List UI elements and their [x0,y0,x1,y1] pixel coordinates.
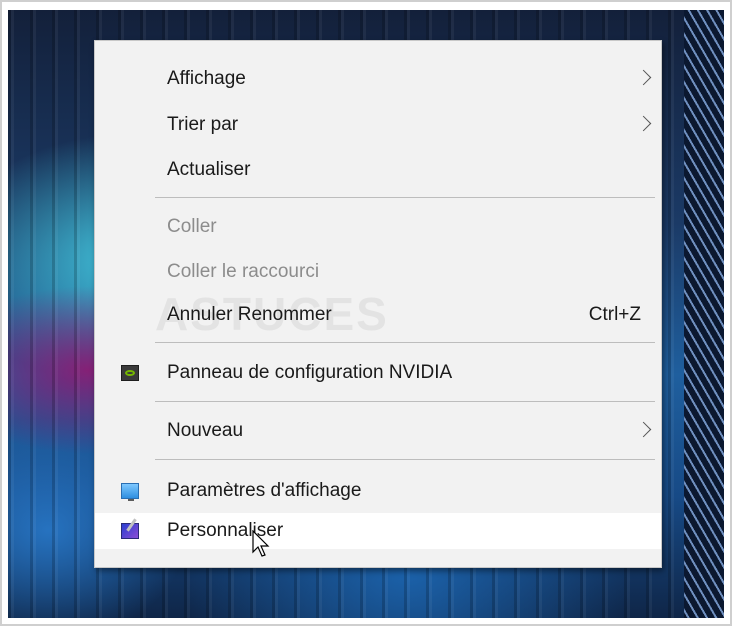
menu-item-label: Coller [167,216,217,237]
chevron-right-icon [635,421,652,438]
menu-item-annuler-renommer[interactable]: Annuler Renommer Ctrl+Z [95,299,661,331]
display-settings-icon [121,483,139,501]
menu-item-actualiser[interactable]: Actualiser [95,154,661,186]
menu-item-label: Coller le raccourci [167,261,320,282]
menu-item-label: Affichage [167,68,246,89]
desktop-context-menu: ASTUCES Affichage Trier par Actualiser C… [94,40,662,568]
menu-item-trier-par[interactable]: Trier par [95,109,661,141]
menu-item-label: Nouveau [167,420,244,441]
menu-item-label: Actualiser [167,159,251,180]
menu-separator [155,459,655,460]
menu-item-label: Paramètres d'affichage [167,480,362,501]
personalize-icon [121,523,139,539]
chevron-right-icon [635,69,652,86]
menu-separator [155,342,655,343]
menu-item-personnaliser[interactable]: Personnaliser [95,513,661,549]
menu-item-affichage[interactable]: Affichage [95,63,661,95]
chevron-right-icon [635,115,652,132]
menu-item-nvidia-panel[interactable]: Panneau de configuration NVIDIA [95,357,661,389]
menu-item-coller-raccourci: Coller le raccourci [95,256,661,288]
menu-separator [155,401,655,402]
menu-item-label: Trier par [167,114,239,135]
menu-item-coller: Coller [95,211,661,243]
menu-item-label: Annuler Renommer [167,304,332,325]
menu-item-label: Panneau de configuration NVIDIA [167,362,453,383]
nvidia-icon [121,365,139,381]
menu-item-shortcut: Ctrl+Z [588,304,641,325]
menu-item-parametres-affichage[interactable]: Paramètres d'affichage [95,475,661,507]
menu-item-nouveau[interactable]: Nouveau [95,415,661,447]
menu-separator [155,197,655,198]
